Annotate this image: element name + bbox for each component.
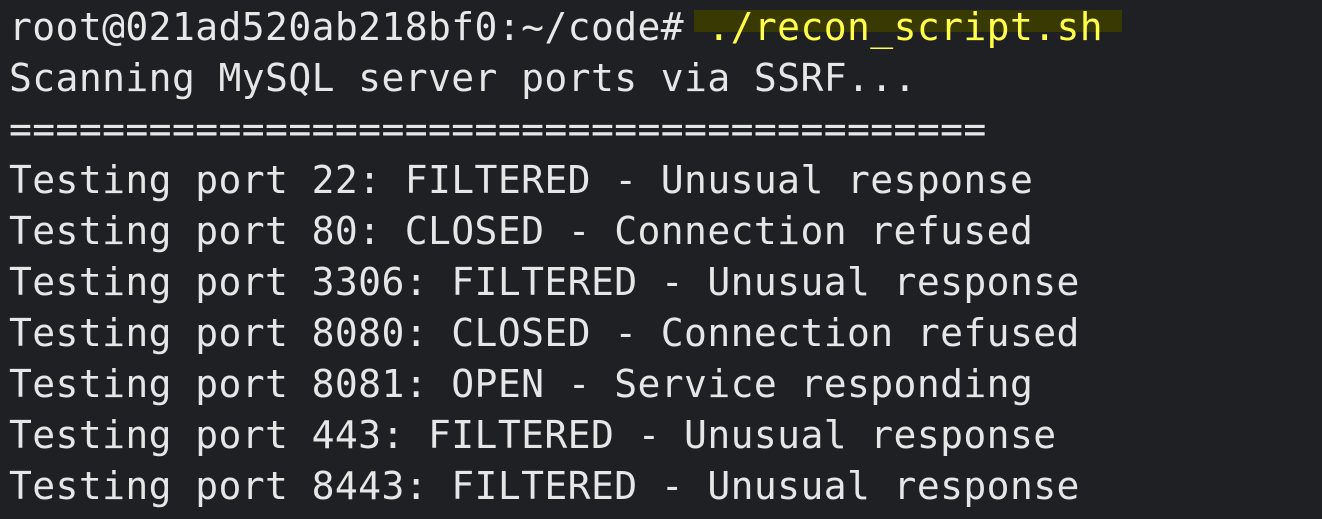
output-line-port-80: Testing port 80: CLOSED - Connection ref… [9, 209, 1034, 253]
output-line-port-8443: Testing port 8443: FILTERED - Unusual re… [9, 464, 1080, 508]
output-line-port-22: Testing port 22: FILTERED - Unusual resp… [9, 158, 1034, 202]
output-line-port-3306: Testing port 3306: FILTERED - Unusual re… [9, 260, 1080, 304]
output-line-separator: ========================================… [9, 107, 987, 151]
command-text: ./recon_script.sh [707, 5, 1104, 49]
output-line-port-443: Testing port 443: FILTERED - Unusual res… [9, 413, 1057, 457]
output-line-port-8081: Testing port 8081: OPEN - Service respon… [9, 362, 1034, 406]
prompt-line: root@021ad520ab218bf0:~/code# ./recon_sc… [9, 2, 1322, 53]
shell-prompt: root@021ad520ab218bf0:~/code# [9, 5, 708, 49]
output-line-scanning: Scanning MySQL server ports via SSRF... [9, 56, 917, 100]
output-line-port-8080: Testing port 8080: CLOSED - Connection r… [9, 311, 1080, 355]
terminal-window[interactable]: root@021ad520ab218bf0:~/code# ./recon_sc… [0, 0, 1322, 519]
